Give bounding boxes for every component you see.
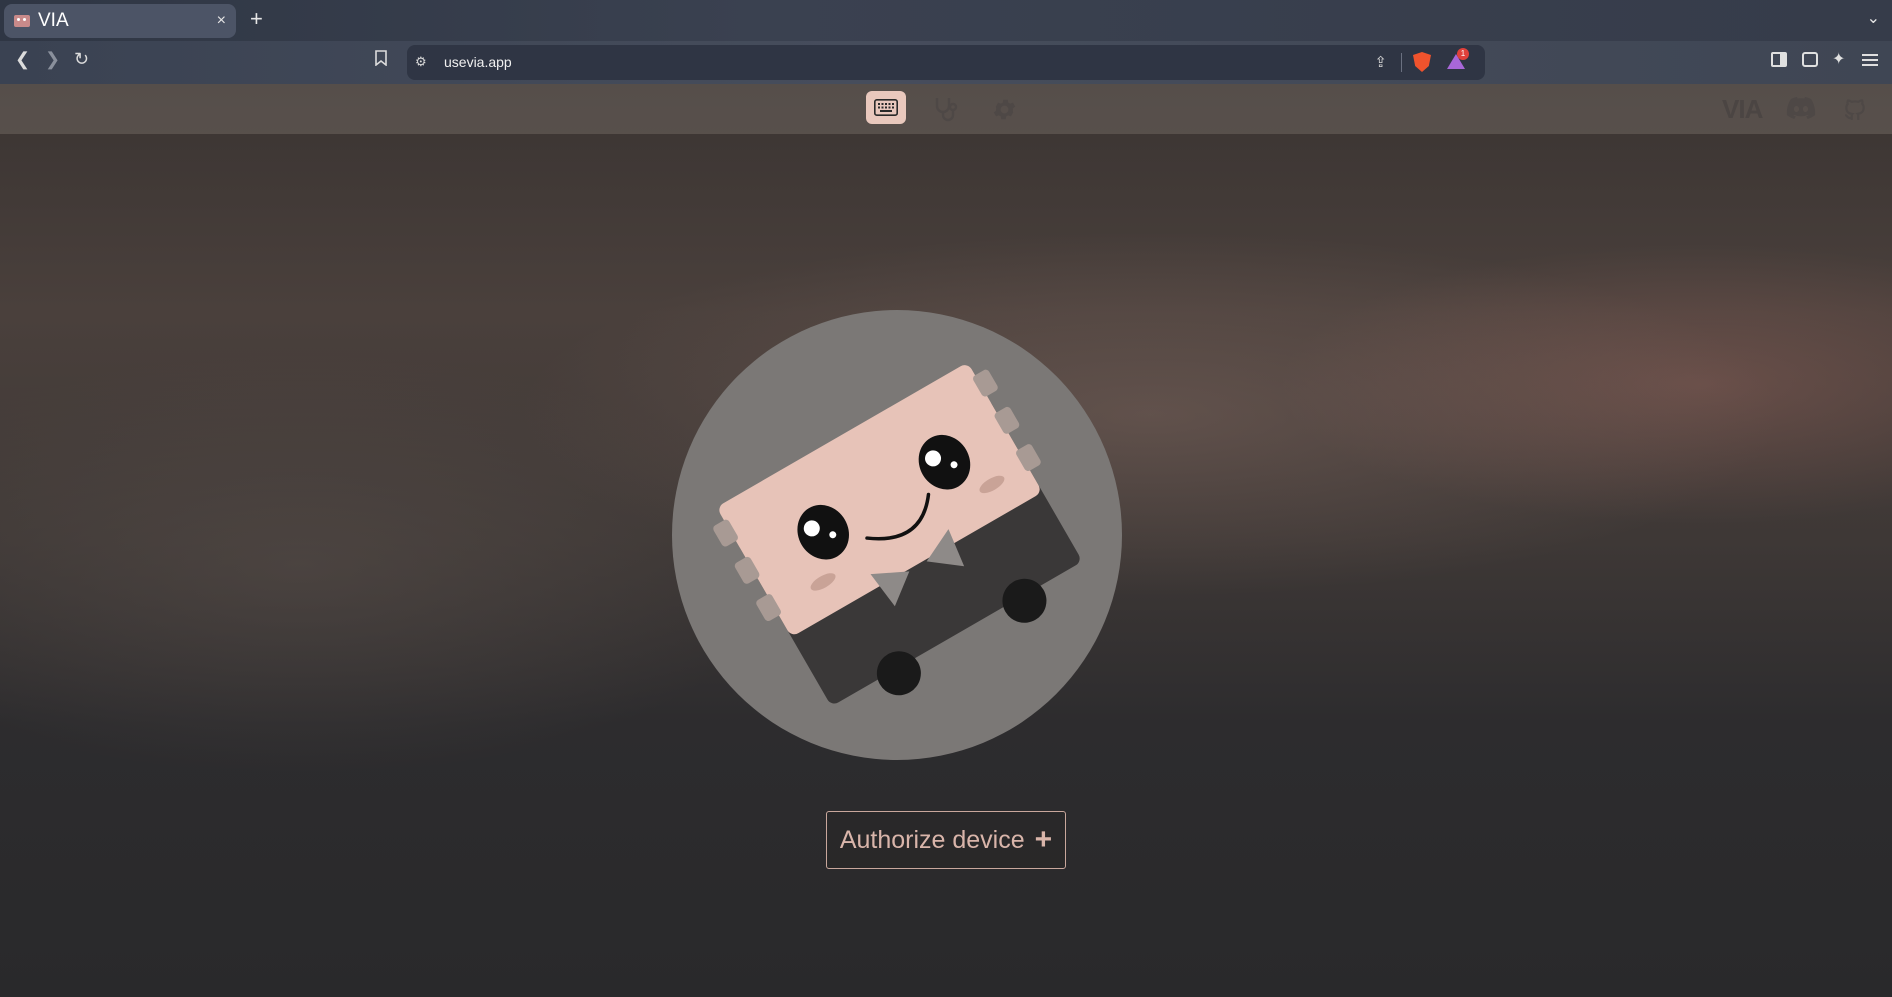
plus-icon: + [1034,823,1053,856]
via-app: VIA Authorize device + [0,84,1892,997]
forward-button[interactable]: ❯ [45,49,60,70]
stethoscope-icon[interactable] [932,96,960,122]
brave-shields-icon[interactable] [1413,52,1431,72]
via-favicon-icon [14,15,30,27]
address-bar[interactable]: ⚙ usevia.app ⇪ 1 [407,45,1485,80]
site-info-icon[interactable]: ⚙ [415,54,427,70]
rewards-badge: 1 [1457,48,1469,60]
authorize-device-label: Authorize device [839,825,1025,854]
menu-icon[interactable] [1862,52,1878,67]
authorize-device-button[interactable]: Authorize device + [826,811,1066,869]
via-mascot-illustration [672,310,1122,760]
tab-close-icon[interactable]: × [217,12,226,30]
leo-ai-icon[interactable]: ✦ [1832,52,1848,68]
new-tab-button[interactable]: + [250,6,263,32]
gear-icon[interactable] [991,96,1018,123]
bookmark-icon[interactable] [374,50,388,71]
discord-icon[interactable] [1786,96,1816,120]
tab-strip: VIA × + ⌄ [0,0,1892,41]
keyboard-icon [874,99,898,116]
wallet-icon[interactable] [1802,52,1818,67]
tab-via[interactable]: VIA × [4,4,236,38]
share-icon[interactable]: ⇪ [1374,53,1387,71]
tab-title: VIA [38,10,69,31]
tab-list-chevron-icon[interactable]: ⌄ [1867,8,1880,28]
via-logo: VIA [1722,94,1763,124]
browser-toolbar: ❮ ❯ ↻ ⚙ usevia.app ⇪ 1 ✦ [0,41,1892,84]
divider [1401,53,1402,72]
url-text[interactable]: usevia.app [444,54,512,70]
github-icon[interactable] [1842,96,1868,122]
back-button[interactable]: ❮ [15,49,30,70]
app-header: VIA [0,84,1892,134]
configure-tab[interactable] [866,91,906,124]
sidebar-toggle-icon[interactable] [1771,52,1787,67]
reload-button[interactable]: ↻ [74,49,89,70]
